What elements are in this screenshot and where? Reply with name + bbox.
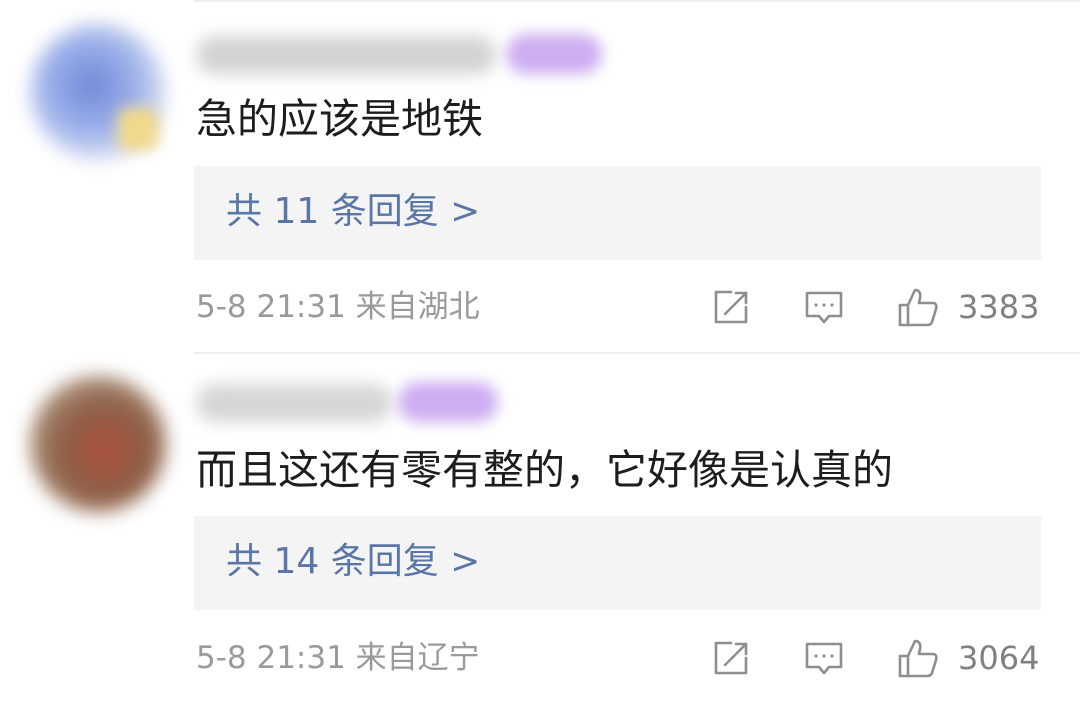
comment-icon[interactable] xyxy=(802,636,846,680)
username-blurred[interactable] xyxy=(196,384,392,422)
comment-icon[interactable] xyxy=(802,285,846,329)
comment-text: 急的应该是地铁 xyxy=(196,95,483,143)
comment-meta: 5-8 21:31 来自辽宁 xyxy=(196,640,480,676)
thumbs-up-icon[interactable] xyxy=(896,636,940,680)
comment-meta: 5-8 21:31 来自湖北 xyxy=(196,289,480,325)
share-icon[interactable] xyxy=(709,285,753,329)
like-count: 3383 xyxy=(958,288,1040,326)
replies-link[interactable]: 共 11 条回复 > xyxy=(226,188,480,236)
avatar[interactable] xyxy=(30,376,166,512)
comment-item: 急的应该是地铁 共 11 条回复 > 5-8 21:31 来自湖北 3383 xyxy=(0,0,1080,352)
replies-box[interactable]: 共 11 条回复 > xyxy=(194,166,1041,260)
share-icon[interactable] xyxy=(709,636,753,680)
username-blurred[interactable] xyxy=(196,36,496,74)
comment-divider xyxy=(194,352,1080,354)
user-badge xyxy=(506,34,602,74)
replies-box[interactable]: 共 14 条回复 > xyxy=(194,516,1041,610)
comment-text: 而且这还有零有整的，它好像是认真的 xyxy=(196,446,893,494)
comment-item: 而且这还有零有整的，它好像是认真的 共 14 条回复 > 5-8 21:31 来… xyxy=(0,352,1080,711)
replies-link[interactable]: 共 14 条回复 > xyxy=(226,538,480,586)
user-badge xyxy=(398,382,498,422)
like-count: 3064 xyxy=(958,639,1040,677)
thumbs-up-icon[interactable] xyxy=(896,285,940,329)
avatar-badge xyxy=(118,108,158,150)
